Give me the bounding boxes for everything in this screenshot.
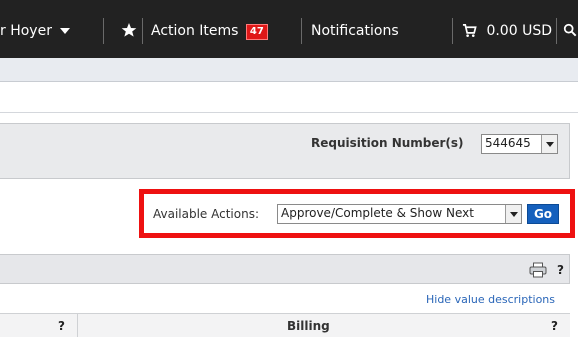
top-navigation-bar: r Hoyer Action Items 47 Notifications 0.… xyxy=(0,0,578,58)
help-icon[interactable]: ? xyxy=(551,319,558,333)
requisition-number-select[interactable]: 544645 xyxy=(481,134,558,154)
search-icon xyxy=(563,23,577,37)
hide-value-descriptions-link[interactable]: Hide value descriptions xyxy=(426,293,555,306)
available-actions-value: Approve/Complete & Show Next xyxy=(281,206,474,220)
nav-separator xyxy=(142,18,143,44)
help-icon[interactable]: ? xyxy=(557,263,564,277)
user-menu[interactable]: r Hoyer xyxy=(0,23,71,39)
action-items-link[interactable]: Action Items 47 xyxy=(151,23,268,41)
available-actions-select[interactable]: Approve/Complete & Show Next xyxy=(277,204,522,224)
user-name: r Hoyer xyxy=(0,23,52,39)
available-actions-label: Available Actions: xyxy=(153,207,260,221)
cart-amount: 0.00 USD xyxy=(486,23,552,39)
notifications-label: Notifications xyxy=(311,23,399,39)
printer-icon[interactable] xyxy=(529,262,547,278)
go-button[interactable]: Go xyxy=(527,204,559,224)
nav-separator xyxy=(301,18,302,44)
search-button[interactable] xyxy=(563,22,577,38)
cart-icon xyxy=(462,23,477,37)
help-icon[interactable]: ? xyxy=(58,319,65,333)
nav-separator xyxy=(556,18,557,44)
cart-link[interactable]: 0.00 USD xyxy=(462,23,552,39)
section-header-bar: ? xyxy=(0,254,570,284)
action-items-count-badge: 47 xyxy=(245,24,268,40)
secondary-nav-bar xyxy=(0,58,578,82)
star-icon xyxy=(121,23,137,37)
requisition-number-value: 544645 xyxy=(485,136,531,150)
caret-down-icon xyxy=(60,28,71,34)
requisition-panel: Requisition Number(s) 544645 xyxy=(0,123,570,179)
action-items-label: Action Items xyxy=(151,23,239,39)
notifications-link[interactable]: Notifications xyxy=(311,23,399,39)
favorites-star-button[interactable] xyxy=(121,22,137,38)
billing-column-header: Billing xyxy=(287,319,330,333)
nav-separator xyxy=(103,18,104,44)
chevron-down-icon[interactable] xyxy=(505,205,521,223)
requisition-number-label: Requisition Number(s) xyxy=(311,136,464,150)
available-actions-highlight: Available Actions: Approve/Complete & Sh… xyxy=(139,189,575,238)
column-divider xyxy=(77,314,78,337)
chevron-down-icon[interactable] xyxy=(541,135,557,153)
breadcrumb-bar xyxy=(0,83,578,113)
table-column-header-row: ? Billing ? xyxy=(0,313,570,337)
nav-separator xyxy=(452,18,453,44)
